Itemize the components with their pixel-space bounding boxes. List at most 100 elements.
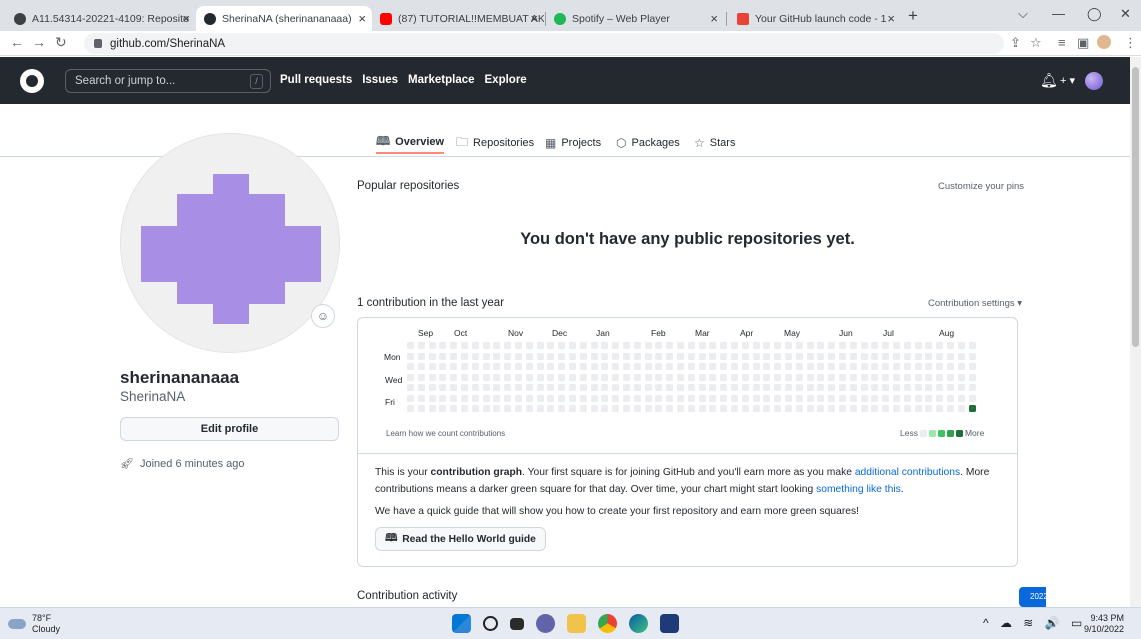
browser-tab-active[interactable]: SherinaNA (sherinananaaa) × — [196, 6, 372, 31]
contribution-day-cell[interactable] — [569, 373, 576, 381]
contribution-day-cell[interactable] — [655, 352, 663, 360]
nav-issues[interactable]: Issues — [362, 74, 398, 86]
contribution-day-cell[interactable] — [482, 384, 490, 391]
contribution-day-cell[interactable] — [428, 394, 436, 402]
contribution-day-cell[interactable] — [558, 342, 566, 349]
contribution-day-cell[interactable] — [731, 342, 738, 349]
contribution-day-cell[interactable] — [893, 394, 900, 402]
contribution-day-cell[interactable] — [698, 394, 706, 402]
contribution-day-cell[interactable] — [903, 373, 911, 381]
contribution-day-cell[interactable] — [623, 363, 630, 370]
contribution-day-cell[interactable] — [731, 373, 738, 381]
contribution-day-cell[interactable] — [903, 394, 911, 402]
contribution-day-cell[interactable] — [439, 405, 447, 412]
contribution-day-cell[interactable] — [450, 342, 458, 349]
contribution-day-cell[interactable] — [666, 373, 674, 381]
tab-search-chevron-icon[interactable]: ⌵ — [1018, 6, 1028, 22]
contribution-day-cell[interactable] — [774, 394, 782, 402]
contribution-day-cell[interactable] — [547, 405, 555, 412]
contribution-day-cell[interactable] — [947, 352, 954, 360]
system-tray[interactable]: ^ ☁ ≋ 🔊 ▭ — [983, 616, 1086, 630]
contribution-day-cell[interactable] — [849, 352, 857, 360]
contribution-day-cell[interactable] — [720, 363, 728, 370]
contribution-day-cell[interactable] — [461, 363, 468, 370]
contribution-day-cell[interactable] — [871, 384, 879, 391]
contribution-day-cell[interactable] — [439, 342, 447, 349]
contribution-day-cell[interactable] — [741, 352, 749, 360]
contribution-day-cell[interactable] — [741, 384, 749, 391]
contribution-day-cell[interactable] — [515, 405, 522, 412]
page-scrollbar[interactable] — [1130, 57, 1141, 607]
contribution-day-cell[interactable] — [407, 405, 414, 412]
contribution-day-cell[interactable] — [579, 384, 587, 391]
contribution-day-cell[interactable] — [731, 363, 738, 370]
contribution-day-cell[interactable] — [655, 384, 663, 391]
windows-start-icon[interactable] — [452, 614, 471, 633]
contribution-day-cell[interactable] — [903, 342, 911, 349]
contribution-day-cell[interactable] — [525, 373, 533, 381]
contribution-day-cell[interactable] — [871, 394, 879, 402]
contribution-day-cell[interactable] — [417, 352, 425, 360]
contribution-day-cell[interactable] — [525, 394, 533, 402]
tab-overview[interactable]: 🕮 Overview — [376, 132, 445, 154]
contribution-day-cell[interactable] — [936, 384, 944, 391]
contribution-day-cell[interactable] — [482, 405, 490, 412]
contribution-day-cell[interactable] — [709, 363, 717, 370]
contribution-day-cell[interactable] — [439, 394, 447, 402]
contribution-day-cell[interactable] — [644, 352, 652, 360]
contribution-day-cell[interactable] — [957, 342, 965, 349]
contribution-day-cell[interactable] — [957, 384, 965, 391]
contribution-day-cell[interactable] — [525, 352, 533, 360]
contribution-day-cell[interactable] — [785, 394, 792, 402]
contribution-day-cell[interactable] — [515, 373, 522, 381]
contribution-day-cell[interactable] — [882, 373, 890, 381]
contribution-day-cell[interactable] — [547, 342, 555, 349]
contribution-day-cell[interactable] — [720, 394, 728, 402]
contribution-day-cell[interactable] — [666, 394, 674, 402]
contribution-day-cell[interactable] — [579, 394, 587, 402]
contribution-day-cell[interactable] — [612, 352, 620, 360]
contribution-day-cell[interactable] — [623, 384, 630, 391]
contribution-day-cell[interactable] — [515, 352, 522, 360]
minimize-icon[interactable]: — — [1052, 6, 1065, 21]
contribution-day-cell[interactable] — [849, 373, 857, 381]
contribution-day-cell[interactable] — [450, 384, 458, 391]
contribution-day-cell[interactable] — [547, 394, 555, 402]
contribution-day-cell[interactable] — [828, 384, 836, 391]
contribution-day-cell[interactable] — [893, 342, 900, 349]
contribution-day-cell[interactable] — [612, 363, 620, 370]
contribution-day-cell[interactable] — [936, 405, 944, 412]
contribution-day-cell[interactable] — [655, 405, 663, 412]
contribution-day-cell[interactable] — [968, 384, 976, 391]
browser-tab[interactable]: (87) TUTORIAL!!MEMBUAT AKUN × — [372, 6, 544, 31]
contribution-day-cell[interactable] — [709, 405, 717, 412]
contribution-day-cell[interactable] — [687, 384, 695, 391]
contribution-day-cell[interactable] — [536, 363, 544, 370]
contribution-day-cell[interactable] — [439, 352, 447, 360]
contribution-day-cell[interactable] — [785, 363, 792, 370]
contribution-day-cell[interactable] — [947, 394, 954, 402]
contribution-settings-dropdown[interactable]: Contribution settings ▾ — [928, 298, 1022, 309]
more-menu-icon[interactable]: ⋮ — [1124, 35, 1137, 51]
contribution-day-cell[interactable] — [720, 384, 728, 391]
contribution-day-cell[interactable] — [914, 342, 922, 349]
contribution-day-cell[interactable] — [601, 352, 609, 360]
contribution-day-cell[interactable] — [601, 373, 609, 381]
contribution-day-cell[interactable] — [407, 363, 414, 370]
contribution-day-cell[interactable] — [860, 394, 868, 402]
contribution-day-cell[interactable] — [947, 373, 954, 381]
contribution-day-cell[interactable] — [925, 352, 933, 360]
contribution-day-cell[interactable] — [569, 342, 576, 349]
contribution-day-cell[interactable] — [968, 394, 976, 402]
contribution-day-cell[interactable] — [893, 384, 900, 391]
contribution-day-cell[interactable] — [461, 352, 468, 360]
contribution-day-cell[interactable] — [504, 405, 512, 412]
contribution-day-cell[interactable] — [417, 394, 425, 402]
share-icon[interactable]: ⇪ — [1010, 35, 1021, 51]
contribution-day-cell[interactable] — [677, 384, 684, 391]
contribution-day-cell[interactable] — [817, 342, 825, 349]
bookmark-star-icon[interactable]: ☆ — [1030, 35, 1042, 51]
contribution-day-cell[interactable] — [903, 352, 911, 360]
contribution-day-cell[interactable] — [461, 384, 468, 391]
contribution-day-cell[interactable] — [947, 363, 954, 370]
